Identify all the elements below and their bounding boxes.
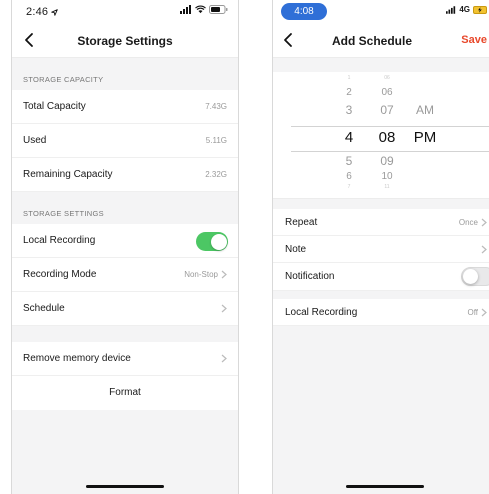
repeat-row[interactable]: Repeat Once bbox=[273, 209, 489, 236]
remove-memory-label: Remove memory device bbox=[23, 353, 131, 364]
repeat-label: Repeat bbox=[285, 217, 318, 228]
nav-bar: Add Schedule Save bbox=[273, 24, 489, 58]
chevron-right-icon bbox=[481, 245, 487, 254]
section-gap bbox=[12, 326, 238, 342]
hour-option: 3 bbox=[345, 103, 353, 117]
status-bar: 4:08 4G bbox=[273, 0, 489, 24]
hour-option-selected: 4 bbox=[344, 129, 354, 146]
chevron-right-icon bbox=[481, 218, 487, 227]
location-arrow-icon bbox=[51, 9, 59, 16]
chevron-right-icon bbox=[221, 304, 227, 313]
nav-bar: Storage Settings bbox=[12, 24, 238, 58]
remaining-capacity-row: Remaining Capacity 2.32G bbox=[12, 158, 238, 192]
section-header-settings: STORAGE SETTINGS bbox=[12, 192, 238, 224]
time-picker[interactable]: 1 2 3 4 5 6 7 06 06 07 08 09 10 11 AM PM bbox=[273, 72, 489, 199]
signal-bars-icon bbox=[446, 5, 456, 14]
status-time-pill: 4:08 bbox=[281, 3, 327, 20]
page-title: Add Schedule bbox=[331, 34, 412, 48]
local-recording-toggle[interactable] bbox=[196, 232, 228, 251]
schedule-chevron-wrap bbox=[221, 304, 227, 313]
page-title: Storage Settings bbox=[77, 34, 173, 48]
remove-memory-row[interactable]: Remove memory device bbox=[12, 342, 238, 376]
repeat-value-wrap: Once bbox=[459, 218, 487, 227]
chevron-right-icon bbox=[221, 354, 227, 363]
chevron-right-icon bbox=[481, 308, 487, 317]
save-button[interactable]: Save bbox=[461, 34, 487, 46]
total-capacity-row: Total Capacity 7.43G bbox=[12, 90, 238, 124]
section-gap bbox=[273, 199, 489, 209]
local-recording-row[interactable]: Local Recording Off bbox=[273, 299, 489, 326]
schedule-row[interactable]: Schedule bbox=[12, 292, 238, 326]
local-recording-label: Local Recording bbox=[23, 235, 96, 246]
add-schedule-screen: 4:08 4G Add Schedule Save 1 2 3 4 5 6 7 … bbox=[272, 0, 489, 494]
status-icons: 4G bbox=[446, 5, 487, 14]
minute-option: 09 bbox=[380, 154, 394, 168]
chevron-right-icon bbox=[221, 270, 227, 279]
recording-mode-value-wrap: Non-Stop bbox=[184, 270, 227, 279]
hour-option: 5 bbox=[345, 154, 353, 168]
minute-option: 10 bbox=[381, 171, 393, 182]
status-bar: 2:46 bbox=[12, 0, 238, 24]
minute-option: 06 bbox=[381, 87, 393, 98]
remove-memory-chevron-wrap bbox=[221, 354, 227, 363]
network-type: 4G bbox=[459, 5, 470, 14]
local-recording-value-wrap: Off bbox=[467, 308, 487, 317]
local-recording-label: Local Recording bbox=[285, 307, 358, 318]
used-capacity-value: 5.11G bbox=[205, 136, 227, 145]
signal-bars-icon bbox=[180, 5, 191, 14]
total-capacity-value: 7.43G bbox=[205, 102, 227, 111]
notification-row: Notification bbox=[273, 263, 489, 291]
section-header-capacity: STORAGE CAPACITY bbox=[12, 58, 238, 90]
notification-label: Notification bbox=[285, 271, 335, 282]
minute-option-selected: 08 bbox=[378, 129, 396, 146]
home-indicator bbox=[86, 485, 164, 488]
home-indicator bbox=[346, 485, 424, 488]
total-capacity-label: Total Capacity bbox=[23, 101, 86, 112]
toggle-knob bbox=[463, 269, 478, 284]
toggle-knob bbox=[210, 233, 227, 250]
notification-toggle[interactable] bbox=[461, 267, 489, 286]
used-capacity-label: Used bbox=[23, 135, 47, 146]
hour-option: 1 bbox=[347, 75, 351, 81]
minute-option: 06 bbox=[384, 75, 390, 81]
recording-mode-label: Recording Mode bbox=[23, 269, 97, 280]
local-recording-row: Local Recording bbox=[12, 224, 238, 258]
hour-option: 2 bbox=[346, 87, 352, 98]
hour-option: 6 bbox=[346, 171, 352, 182]
hour-option: 7 bbox=[347, 184, 351, 190]
note-row[interactable]: Note bbox=[273, 236, 489, 263]
remaining-capacity-label: Remaining Capacity bbox=[23, 169, 113, 180]
storage-settings-screen: 2:46 Storage Settings STORAGE CAPACITY T… bbox=[11, 0, 239, 494]
format-button[interactable]: Format bbox=[12, 376, 238, 410]
battery-charging-icon bbox=[473, 5, 487, 14]
period-option-selected: PM bbox=[413, 129, 437, 146]
status-time-text: 2:46 bbox=[26, 6, 49, 18]
wifi-icon bbox=[195, 5, 206, 14]
status-time: 2:46 bbox=[26, 6, 59, 18]
battery-icon bbox=[209, 5, 228, 14]
used-capacity-row: Used 5.11G bbox=[12, 124, 238, 158]
minute-option: 11 bbox=[384, 184, 390, 190]
section-gap bbox=[273, 58, 489, 72]
remaining-capacity-value: 2.32G bbox=[205, 170, 227, 179]
recording-mode-value: Non-Stop bbox=[184, 270, 218, 279]
section-gap bbox=[273, 291, 489, 299]
note-label: Note bbox=[285, 244, 307, 255]
period-option: AM bbox=[416, 103, 434, 117]
status-icons bbox=[180, 5, 228, 14]
repeat-value: Once bbox=[458, 218, 478, 227]
local-recording-value: Off bbox=[467, 308, 478, 317]
schedule-label: Schedule bbox=[23, 303, 65, 314]
note-chevron-wrap bbox=[481, 245, 487, 254]
recording-mode-row[interactable]: Recording Mode Non-Stop bbox=[12, 258, 238, 292]
minute-option: 07 bbox=[380, 103, 394, 117]
